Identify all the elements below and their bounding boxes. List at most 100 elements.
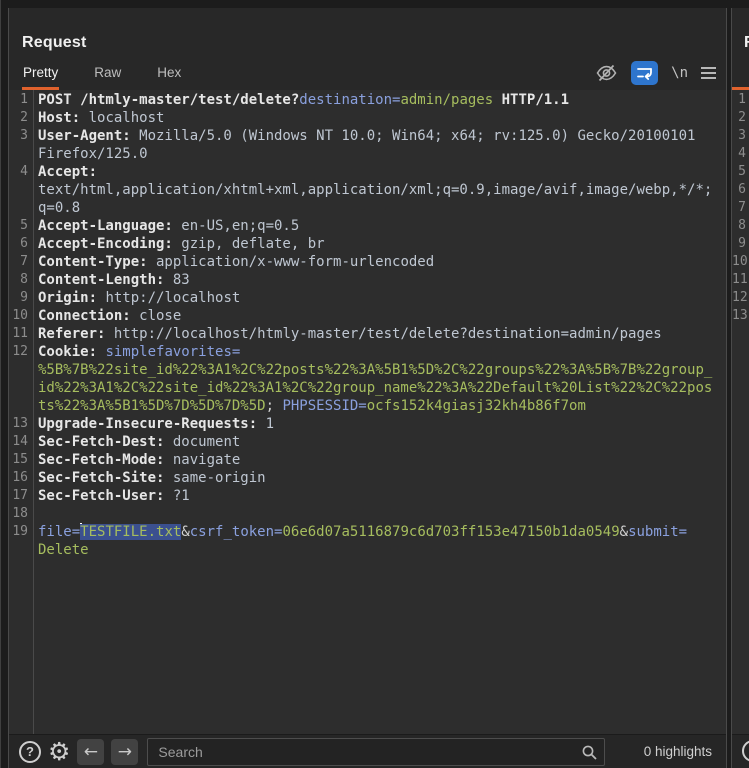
search-input[interactable] (147, 737, 606, 766)
line-content[interactable] (33, 505, 726, 523)
text-segment: Content-Type: (38, 254, 148, 270)
response-line-number: 4 (738, 146, 746, 161)
editor-line: 1 POST /htmly-master/test/delete?destinat… (9, 91, 726, 109)
editor-line: 9 Origin: http://localhost (9, 289, 726, 307)
forward-button[interactable]: → (111, 738, 139, 765)
eye-slash-icon[interactable] (595, 61, 618, 85)
text-segment: Host: (38, 110, 81, 126)
line-number: 15 (12, 452, 28, 467)
back-button[interactable]: ← (77, 738, 105, 765)
editor-line: 8 Content-Length: 83 (9, 271, 726, 289)
search-icon (581, 744, 598, 761)
response-line-number: 1 (738, 92, 746, 107)
request-panel: Request Pretty Raw Hex \n 1 POST /htmly-… (8, 8, 727, 768)
text-segment: ?1 (164, 488, 190, 504)
line-number: 4 (20, 164, 28, 179)
line-number: 8 (20, 272, 28, 287)
tab-raw[interactable]: Raw (93, 65, 122, 90)
help-icon[interactable]: ? (19, 740, 41, 763)
text-segment: simplefavorites= (105, 344, 241, 360)
line-content[interactable]: User-Agent: Mozilla/5.0 (Windows NT 10.0… (33, 127, 726, 163)
line-number: 14 (12, 434, 28, 449)
line-content[interactable]: POST /htmly-master/test/delete?destinati… (33, 91, 726, 109)
text-segment: localhost (80, 110, 165, 126)
newline-toggle[interactable]: \n (671, 61, 688, 85)
line-number: 1 (20, 92, 28, 107)
editor-line: 7 Content-Type: application/x-www-form-ur… (9, 253, 726, 271)
line-content[interactable]: Sec-Fetch-Mode: navigate (33, 451, 726, 469)
response-line-number: 7 (738, 200, 746, 215)
text-segment: 06e6d07a5116879c6d703ff153e47150b1da0549 (282, 524, 620, 540)
response-line-numbers: 1 2 3 4 5 6 7 8 9 10 11 12 13 (732, 90, 749, 734)
text-segment: & (181, 524, 190, 540)
text-segment: text/html,application/xhtml+xml,applicat… (38, 182, 713, 216)
text-segment: en-US,en;q=0.5 (172, 218, 300, 234)
line-content[interactable]: Sec-Fetch-Dest: document (33, 433, 726, 451)
tab-hex[interactable]: Hex (156, 65, 182, 90)
text-segment: close (130, 308, 182, 324)
line-content[interactable]: Accept-Encoding: gzip, deflate, br (33, 235, 726, 253)
line-content[interactable]: Upgrade-Insecure-Requests: 1 (33, 415, 726, 433)
text-segment: Mozilla/5.0 (Windows NT 10.0; Win64; x64… (38, 128, 696, 162)
editor-line: 16 Sec-Fetch-Site: same-origin (9, 469, 726, 487)
editor-toolbar: \n (595, 61, 716, 85)
text-segment: gzip, deflate, br (172, 236, 325, 252)
text-segment: Sec-Fetch-Dest: (38, 434, 165, 450)
line-number: 5 (20, 218, 28, 233)
line-content[interactable]: Content-Length: 83 (33, 271, 726, 289)
editor-line: 5 Accept-Language: en-US,en;q=0.5 (9, 217, 726, 235)
line-content[interactable]: Sec-Fetch-User: ?1 (33, 487, 726, 505)
search-field-wrap (147, 737, 606, 766)
editor-line: 13 Upgrade-Insecure-Requests: 1 (9, 415, 726, 433)
text-segment: same-origin (164, 470, 266, 486)
text-segment: Origin: (38, 290, 98, 306)
line-content[interactable]: Origin: http://localhost (33, 289, 726, 307)
text-segment: submit= (628, 524, 688, 540)
text-segment: document (164, 434, 241, 450)
line-number: 12 (12, 344, 28, 359)
tab-pretty[interactable]: Pretty (22, 65, 60, 90)
response-line-number: 6 (738, 182, 746, 197)
hamburger-menu-icon[interactable] (701, 61, 716, 85)
response-line-number: 10 (732, 254, 748, 269)
line-number: 19 (12, 524, 28, 539)
text-segment: HTTP/1.1 (493, 92, 570, 108)
text-segment: Sec-Fetch-Mode: (38, 452, 165, 468)
line-number: 7 (20, 254, 28, 269)
editor-line: 4 Accept: text/html,application/xhtml+xml… (9, 163, 726, 217)
text-segment: Accept: (38, 164, 98, 180)
line-content[interactable]: file=TESTFILE.txt&csrf_token=06e6d07a511… (33, 523, 726, 559)
response-line-number: 13 (732, 308, 748, 323)
line-number: 17 (12, 488, 28, 503)
response-title-partial: R (744, 34, 749, 52)
response-line-number: 9 (738, 236, 746, 251)
line-content[interactable]: Content-Type: application/x-www-form-url… (33, 253, 726, 271)
gear-icon[interactable]: ⚙ (48, 739, 70, 764)
highlights-count: 0 highlights (643, 744, 712, 759)
panel-title: Request (22, 34, 87, 51)
line-number: 9 (20, 290, 28, 305)
response-line-number: 12 (732, 290, 748, 305)
line-content[interactable]: Sec-Fetch-Site: same-origin (33, 469, 726, 487)
line-content[interactable]: Accept: text/html,application/xhtml+xml,… (33, 163, 726, 217)
text-segment: navigate (164, 452, 241, 468)
line-content[interactable]: Cookie: simplefavorites=%5B%7B%22site_id… (33, 343, 726, 415)
response-line-number: 3 (738, 128, 746, 143)
line-number: 3 (20, 128, 28, 143)
line-content[interactable]: Connection: close (33, 307, 726, 325)
editor-statusbar: ? ⚙ ← → 0 highlights (9, 734, 726, 768)
text-segment: Upgrade-Insecure-Requests: (38, 416, 258, 432)
text-segment: file= (38, 524, 81, 540)
line-content[interactable]: Accept-Language: en-US,en;q=0.5 (33, 217, 726, 235)
text-segment: csrf_token= (189, 524, 283, 540)
line-content[interactable]: Referer: http://localhost/htmly-master/t… (33, 325, 726, 343)
response-line-number: 11 (732, 272, 748, 287)
text-segment: PHPSESSID= (282, 398, 367, 414)
line-content[interactable]: Host: localhost (33, 109, 726, 127)
word-wrap-toggle-button[interactable] (631, 61, 659, 85)
text-segment: Cookie: (38, 344, 98, 360)
request-editor[interactable]: 1 POST /htmly-master/test/delete?destinat… (9, 90, 726, 734)
text-segment: http://localhost/htmly-master/test/delet… (105, 326, 662, 342)
request-panel-header: Request Pretty Raw Hex \n (9, 8, 726, 90)
editor-line: 14 Sec-Fetch-Dest: document (9, 433, 726, 451)
